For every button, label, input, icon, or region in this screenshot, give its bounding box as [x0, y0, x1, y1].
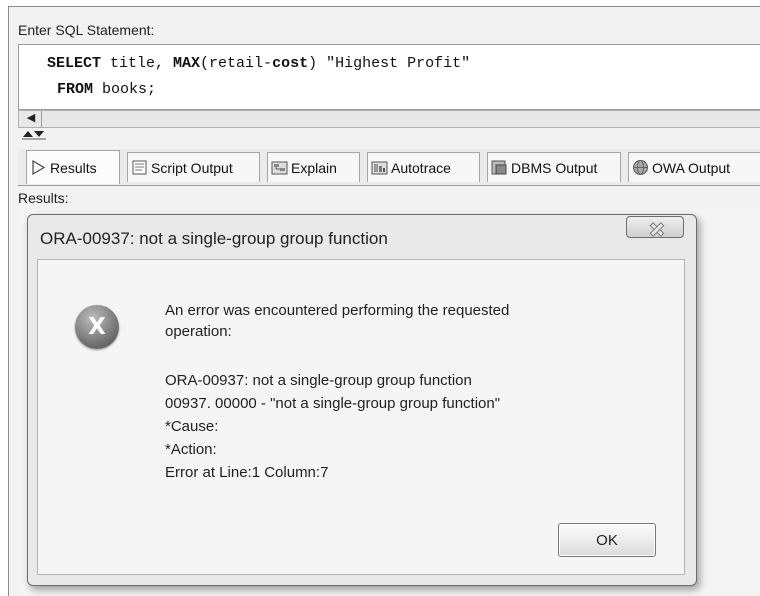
- sql-keyword-from: FROM: [57, 81, 94, 98]
- splitter-arrows-icon: [22, 131, 46, 140]
- owa-output-icon: [632, 159, 649, 176]
- ok-button[interactable]: OK: [558, 523, 656, 557]
- tab-results[interactable]: Results: [26, 150, 120, 184]
- tab-dbms-output[interactable]: DBMS Output: [487, 152, 621, 182]
- sql-line-1: SELECT title, MAX(retail-cost) "Highest …: [47, 55, 470, 72]
- dbms-output-icon: [491, 159, 508, 176]
- tab-explain[interactable]: Explain: [267, 152, 360, 182]
- tab-label: Script Output: [151, 159, 233, 176]
- tab-script-output[interactable]: Script Output: [127, 152, 260, 182]
- sql-keyword-max: MAX: [173, 55, 201, 72]
- splitter-arrows[interactable]: [20, 130, 48, 144]
- error-detail-line: *Action:: [165, 441, 217, 458]
- sql-editor[interactable]: SELECT title, MAX(retail-cost) "Highest …: [18, 44, 760, 110]
- tab-label: Autotrace: [391, 159, 451, 176]
- error-dialog: ORA-00937: not a single-group group func…: [27, 214, 697, 586]
- sql-keyword-select: SELECT: [47, 55, 102, 72]
- error-detail-line: 00937. 00000 - "not a single-group group…: [165, 395, 501, 412]
- error-icon-letter: X: [88, 314, 106, 340]
- autotrace-icon: [371, 159, 388, 176]
- sql-text: books;: [93, 81, 157, 98]
- scroll-left-arrow-icon[interactable]: ◀: [25, 112, 37, 124]
- error-message-line: An error was encountered performing the …: [165, 302, 510, 319]
- sql-text: title,: [101, 55, 174, 72]
- explain-icon: [271, 159, 288, 176]
- results-label: Results:: [18, 190, 69, 206]
- script-output-icon: [131, 159, 148, 176]
- close-button[interactable]: [626, 216, 684, 238]
- error-detail-line: Error at Line:1 Column:7: [165, 464, 329, 481]
- sql-keyword-cost: cost: [272, 55, 309, 72]
- tab-owa-output[interactable]: OWA Output: [628, 152, 760, 182]
- editor-horizontal-scrollbar[interactable]: ◀: [18, 110, 760, 128]
- output-tab-bar: Results Script Output Explain Autotrace …: [18, 149, 760, 186]
- scrollbar-divider: [41, 111, 42, 127]
- error-detail-line: *Cause:: [165, 418, 219, 435]
- dialog-title: ORA-00937: not a single-group group func…: [40, 229, 388, 248]
- error-detail-line: ORA-00937: not a single-group group func…: [165, 372, 472, 389]
- tab-autotrace[interactable]: Autotrace: [367, 152, 480, 182]
- error-message-line: operation:: [165, 323, 232, 340]
- play-icon: [30, 159, 47, 176]
- dialog-body: X An error was encountered performing th…: [37, 259, 685, 575]
- tab-label: Results: [50, 159, 97, 176]
- sql-text: ) "Highest Profit": [308, 55, 471, 72]
- tab-label: DBMS Output: [511, 159, 598, 176]
- error-x-icon: X: [75, 305, 119, 349]
- tab-label: Explain: [291, 159, 337, 176]
- sql-statement-label: Enter SQL Statement:: [18, 22, 155, 38]
- tab-label: OWA Output: [652, 159, 731, 176]
- sql-text: (retail-: [200, 55, 273, 72]
- sql-line-2: FROM books;: [57, 81, 156, 98]
